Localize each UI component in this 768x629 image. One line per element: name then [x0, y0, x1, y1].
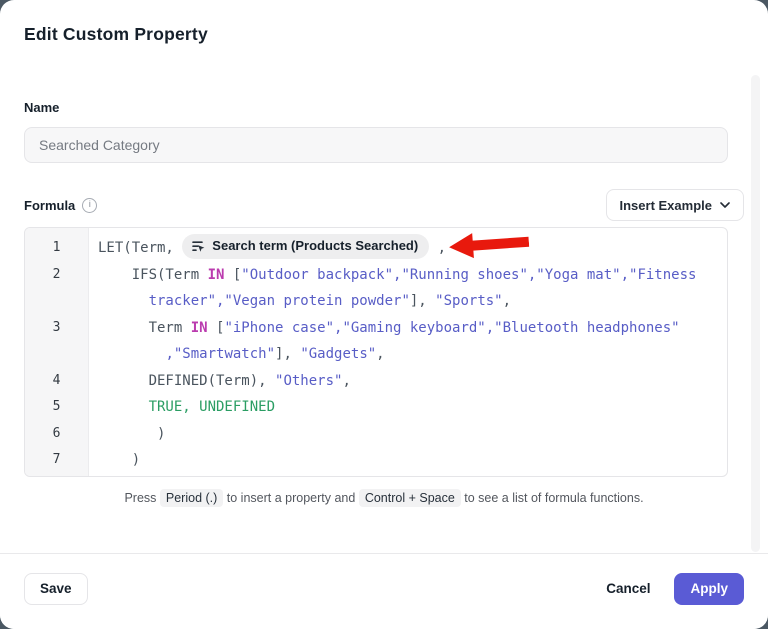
code-line: 2 IFS(Term IN ["Outdoor backpack","Runni… — [25, 262, 727, 315]
modal-footer: Save Cancel Apply — [0, 554, 768, 629]
line-number: 4 — [25, 368, 88, 395]
cancel-button[interactable]: Cancel — [604, 573, 652, 605]
kbd-period: Period (.) — [160, 489, 223, 507]
property-chip[interactable]: Search term (Products Searched) — [182, 234, 429, 259]
code-line: 3 Term IN ["iPhone case","Gaming keyboar… — [25, 315, 727, 368]
formula-editor[interactable]: 1LET(Term, Search term (Products Searche… — [24, 227, 728, 477]
insert-field-icon — [191, 239, 206, 254]
code-line: 5 TRUE, UNDEFINED — [25, 394, 727, 421]
code-line: 4 DEFINED(Term), "Others", — [25, 368, 727, 395]
info-icon[interactable]: i — [82, 198, 97, 213]
save-button[interactable]: Save — [24, 573, 88, 605]
line-number: 6 — [25, 421, 88, 448]
formula-hint: Press Period (.) to insert a property an… — [0, 491, 768, 505]
code-line: 6 ) — [25, 421, 727, 448]
hint-text: Press — [124, 491, 156, 505]
line-number: 3 — [25, 315, 88, 368]
modal-title: Edit Custom Property — [24, 24, 744, 45]
hint-text: to see a list of formula functions. — [464, 491, 643, 505]
edit-custom-property-modal: Edit Custom Property Name Formula i Inse… — [0, 0, 768, 629]
formula-header: Formula i Insert Example — [24, 189, 744, 221]
line-number: 2 — [25, 262, 88, 315]
red-arrow-annotation — [448, 228, 530, 261]
insert-example-button[interactable]: Insert Example — [606, 189, 745, 221]
code-line: 1LET(Term, Search term (Products Searche… — [25, 235, 727, 262]
line-number: 1 — [25, 235, 88, 262]
line-number: 7 — [25, 447, 88, 474]
chevron-down-icon — [720, 202, 730, 208]
insert-example-label: Insert Example — [620, 198, 713, 213]
formula-code: 1LET(Term, Search term (Products Searche… — [25, 228, 727, 474]
apply-button[interactable]: Apply — [674, 573, 744, 605]
code-line: 7 ) — [25, 447, 727, 474]
name-label: Name — [24, 100, 744, 115]
hint-text: to insert a property and — [227, 491, 356, 505]
line-number: 5 — [25, 394, 88, 421]
property-chip-label: Search term (Products Searched) — [212, 233, 418, 260]
scrollbar-track[interactable] — [751, 75, 760, 552]
name-input[interactable] — [24, 127, 728, 163]
formula-label: Formula — [24, 198, 75, 213]
kbd-control-space: Control + Space — [359, 489, 461, 507]
